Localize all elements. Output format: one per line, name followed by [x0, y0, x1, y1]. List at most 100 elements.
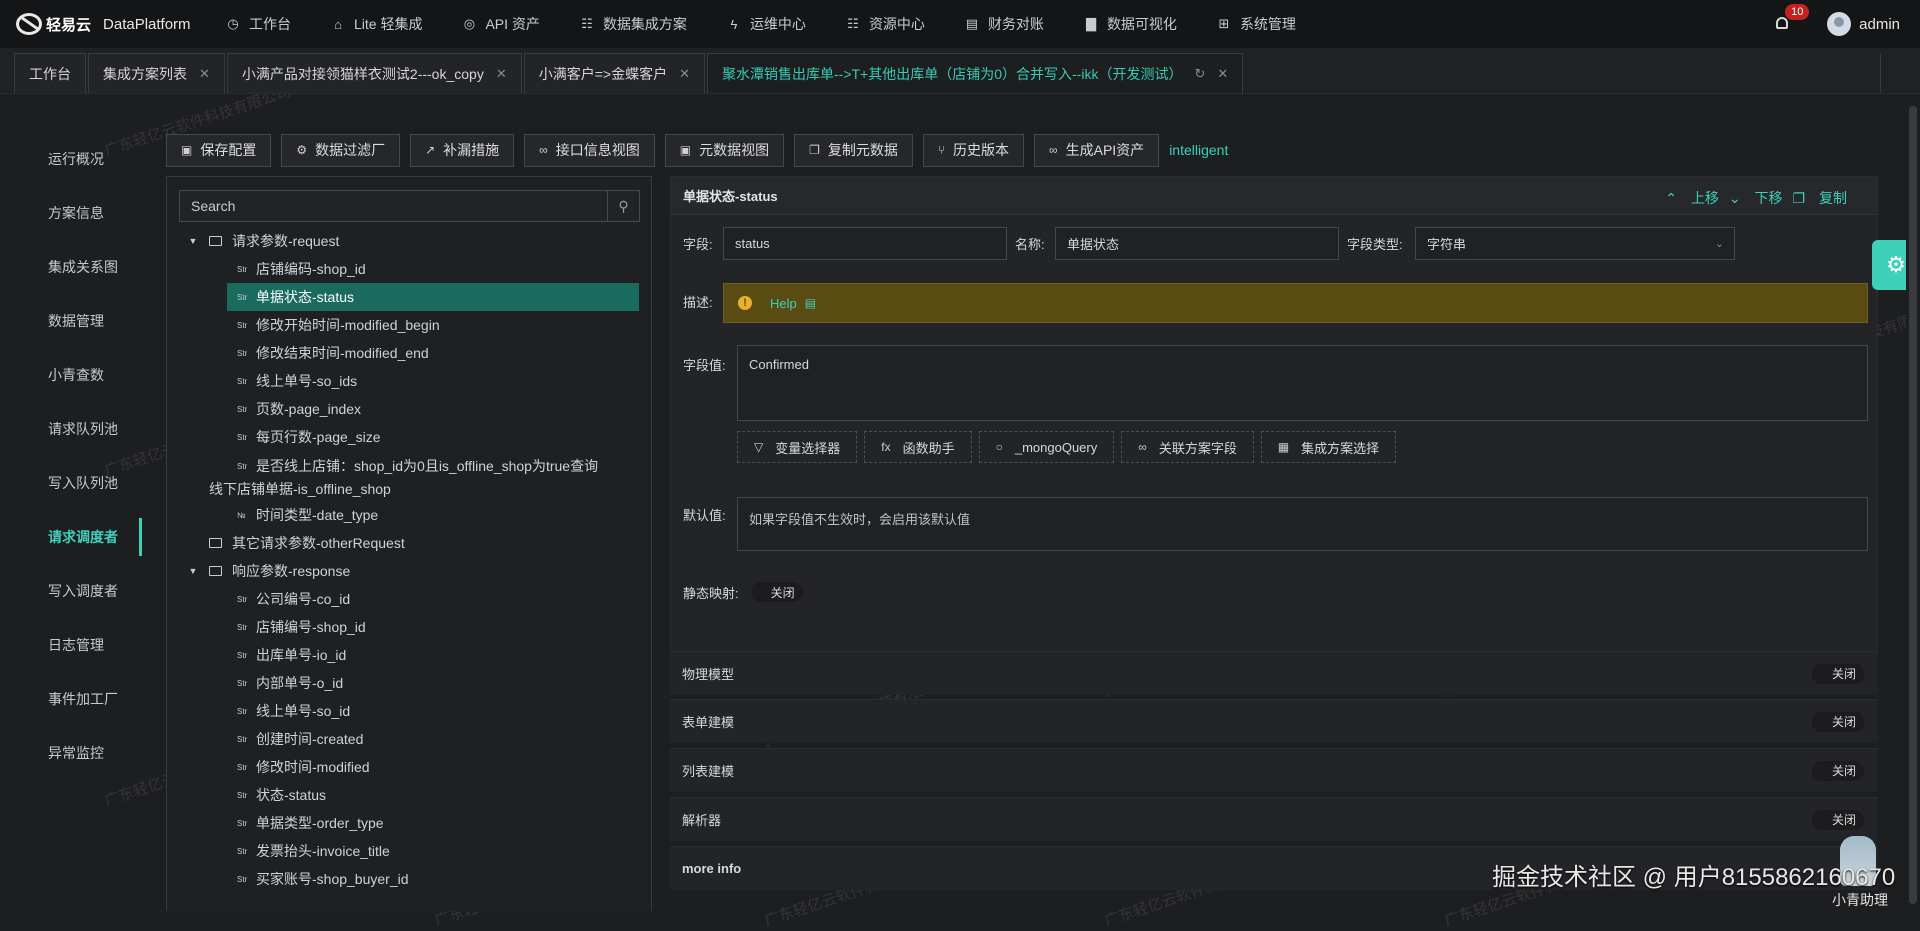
sidebar-item[interactable]: 方案信息: [0, 186, 142, 240]
tree-field-item[interactable]: Str 公司编号-co_id: [167, 585, 653, 613]
tree-field-label: 单据状态-status: [256, 289, 355, 305]
top-menu-item[interactable]: ϟ 运维中心: [727, 0, 805, 48]
top-menu-item[interactable]: ☷ 资源中心: [846, 0, 925, 48]
collapsible-section[interactable]: 解析器 关闭: [670, 797, 1878, 841]
sidebar-item[interactable]: 小青查数: [0, 348, 142, 402]
tree-field-item[interactable]: Str 店铺编号-shop_id: [167, 613, 653, 641]
tree-field-item[interactable]: Str 每页行数-page_size: [167, 423, 653, 451]
field-value-textarea[interactable]: Confirmed: [737, 345, 1868, 421]
tree-folder[interactable]: ▼ 请求参数-request: [167, 227, 653, 255]
tree-field-item[interactable]: Str 线上单号-so_id: [167, 697, 653, 725]
tree-field-item[interactable]: Str 修改时间-modified: [167, 753, 653, 781]
sidebar-item[interactable]: 集成关系图: [0, 240, 142, 294]
tree-field-item[interactable]: Str 店铺编码-shop_id: [167, 255, 653, 283]
tab-item[interactable]: 小满产品对接领猫样衣测试2---ok_copy ✕: [226, 53, 522, 93]
close-icon[interactable]: ✕: [1217, 66, 1228, 82]
name-input[interactable]: 单据状态: [1055, 227, 1339, 260]
default-value-textarea[interactable]: 如果字段值不生效时，会启用该默认值: [737, 497, 1868, 551]
avatar[interactable]: [1827, 12, 1852, 36]
document-icon[interactable]: ▤: [805, 296, 816, 310]
copy-button[interactable]: ❐ 复制: [1793, 188, 1847, 208]
toolbar-button[interactable]: ▣ 保存配置: [166, 133, 272, 167]
field-type-select[interactable]: 字符串 ⌄: [1415, 227, 1735, 260]
sidebar-item[interactable]: 事件加工厂: [0, 672, 142, 726]
sidebar-item[interactable]: 异常监控: [0, 726, 142, 780]
top-menu-item[interactable]: ▤ 财务对账: [965, 0, 1044, 48]
toolbar-button[interactable]: ↗ 补漏措施: [410, 133, 515, 167]
toolbar-button[interactable]: ∞ 接口信息视图: [524, 133, 655, 167]
field-tool-button[interactable]: fx 函数助手: [864, 431, 972, 463]
top-menu-item[interactable]: ▇ 数据可视化: [1084, 0, 1177, 48]
tree-field-item[interactable]: Str 状态-status: [167, 781, 653, 809]
section-toggle[interactable]: 关闭: [1812, 663, 1864, 684]
refresh-icon[interactable]: ↻: [1194, 66, 1205, 82]
search-input[interactable]: [180, 191, 608, 221]
tree-field-item[interactable]: Str 创建时间-created: [167, 725, 653, 753]
close-icon[interactable]: ✕: [496, 66, 507, 82]
toolbar-button[interactable]: ∞ 生成API资产: [1034, 133, 1160, 167]
sidebar-item[interactable]: 写入队列池: [0, 456, 142, 510]
tree-field-item[interactable]: Str 单据状态-status: [227, 283, 639, 311]
assistant-label[interactable]: 小青助理: [1832, 890, 1888, 910]
caret-down-icon[interactable]: ▼: [187, 236, 199, 246]
help-link[interactable]: Help: [770, 296, 797, 311]
close-icon[interactable]: ✕: [679, 66, 690, 82]
tree-folder[interactable]: 其它请求参数-otherRequest: [167, 529, 653, 557]
folder-icon: [209, 236, 222, 246]
static-map-toggle[interactable]: 关闭: [750, 582, 803, 602]
collapsible-section[interactable]: 列表建模 关闭: [670, 748, 1878, 792]
tab-item[interactable]: 工作台: [14, 53, 86, 93]
notification-bell[interactable]: 10: [1773, 4, 1810, 34]
sidebar-item[interactable]: 日志管理: [0, 618, 142, 672]
tab-item[interactable]: 小满客户=>金蝶客户 ✕: [523, 53, 705, 93]
toolbar-button[interactable]: ▣ 元数据视图: [664, 133, 785, 167]
sidebar-item[interactable]: 运行概况: [0, 132, 142, 186]
caret-down-icon[interactable]: ▼: [187, 566, 199, 576]
section-toggle[interactable]: 关闭: [1812, 711, 1864, 732]
intelligent-link[interactable]: intelligent: [1169, 142, 1228, 158]
field-input[interactable]: status: [723, 227, 1007, 260]
brand[interactable]: 轻易云 DataPlatform: [0, 9, 226, 39]
tree-field-item[interactable]: Str 出库单号-io_id: [167, 641, 653, 669]
tree-field-item[interactable]: Str 修改结束时间-modified_end: [167, 339, 653, 367]
field-tool-button[interactable]: ○ _mongoQuery: [978, 431, 1115, 463]
sidebar-item[interactable]: 请求调度者: [0, 510, 142, 564]
toolbar-button[interactable]: ❐ 复制元数据: [794, 133, 913, 167]
sidebar-item[interactable]: 数据管理: [0, 294, 142, 348]
top-menu-item[interactable]: ◎ API 资产: [462, 0, 540, 48]
tree-folder[interactable]: ▼ 响应参数-response: [167, 557, 653, 585]
tab-item[interactable]: 聚水潭销售出库单-->T+其他出库单（店铺为0）合并写入--ikk（开发测试） ↻…: [707, 53, 1244, 93]
collapsible-section[interactable]: 表单建模 关闭: [670, 699, 1878, 743]
field-tool-button[interactable]: ▦ 集成方案选择: [1260, 431, 1397, 463]
scrollbar-thumb[interactable]: [1909, 106, 1917, 904]
tree-field-item[interactable]: Str 发票抬头-invoice_title: [167, 837, 653, 865]
page-scrollbar[interactable]: [1906, 94, 1920, 911]
tree-field-item[interactable]: № 时间类型-date_type: [167, 501, 653, 529]
search-icon[interactable]: ⚲: [607, 191, 639, 221]
top-menu-item[interactable]: ⌂ Lite 轻集成: [331, 0, 422, 48]
move-up-button[interactable]: ⌃ 上移: [1665, 188, 1719, 208]
close-icon[interactable]: ✕: [199, 66, 210, 82]
sidebar-item[interactable]: 请求队列池: [0, 402, 142, 456]
sidebar-item[interactable]: 写入调度者: [0, 564, 142, 618]
tree-field-item[interactable]: Str 线上单号-so_ids: [167, 367, 653, 395]
field-tool-button[interactable]: ∞ 关联方案字段: [1121, 431, 1254, 463]
field-tool-button[interactable]: ▽ 变量选择器: [737, 431, 858, 463]
toolbar-button[interactable]: ⑂ 历史版本: [922, 133, 1025, 167]
section-toggle[interactable]: 关闭: [1812, 760, 1864, 781]
top-menu-item[interactable]: ⊞ 系统管理: [1217, 0, 1295, 48]
move-down-button[interactable]: ⌄ 下移: [1729, 188, 1783, 208]
username[interactable]: admin: [1859, 16, 1900, 33]
section-toggle[interactable]: 关闭: [1812, 809, 1864, 830]
tree-field-item[interactable]: Str 单据类型-order_type: [167, 809, 653, 837]
tree-field-item[interactable]: Str 是否线上店铺：shop_id为0且is_offline_shop为true…: [167, 451, 653, 501]
tree-field-item[interactable]: Str 修改开始时间-modified_begin: [167, 311, 653, 339]
tree-field-item[interactable]: Str 买家账号-shop_buyer_id: [167, 865, 653, 893]
top-menu-item[interactable]: ◷ 工作台: [226, 0, 291, 48]
collapsible-section[interactable]: 物理模型 关闭: [670, 651, 1878, 695]
top-menu-item[interactable]: ☷ 数据集成方案: [580, 0, 687, 48]
tree-field-item[interactable]: Str 内部单号-o_id: [167, 669, 653, 697]
tree-field-item[interactable]: Str 页数-page_index: [167, 395, 653, 423]
tab-item[interactable]: 集成方案列表 ✕: [88, 53, 225, 93]
toolbar-button[interactable]: ⚙ 数据过滤厂: [281, 133, 401, 167]
